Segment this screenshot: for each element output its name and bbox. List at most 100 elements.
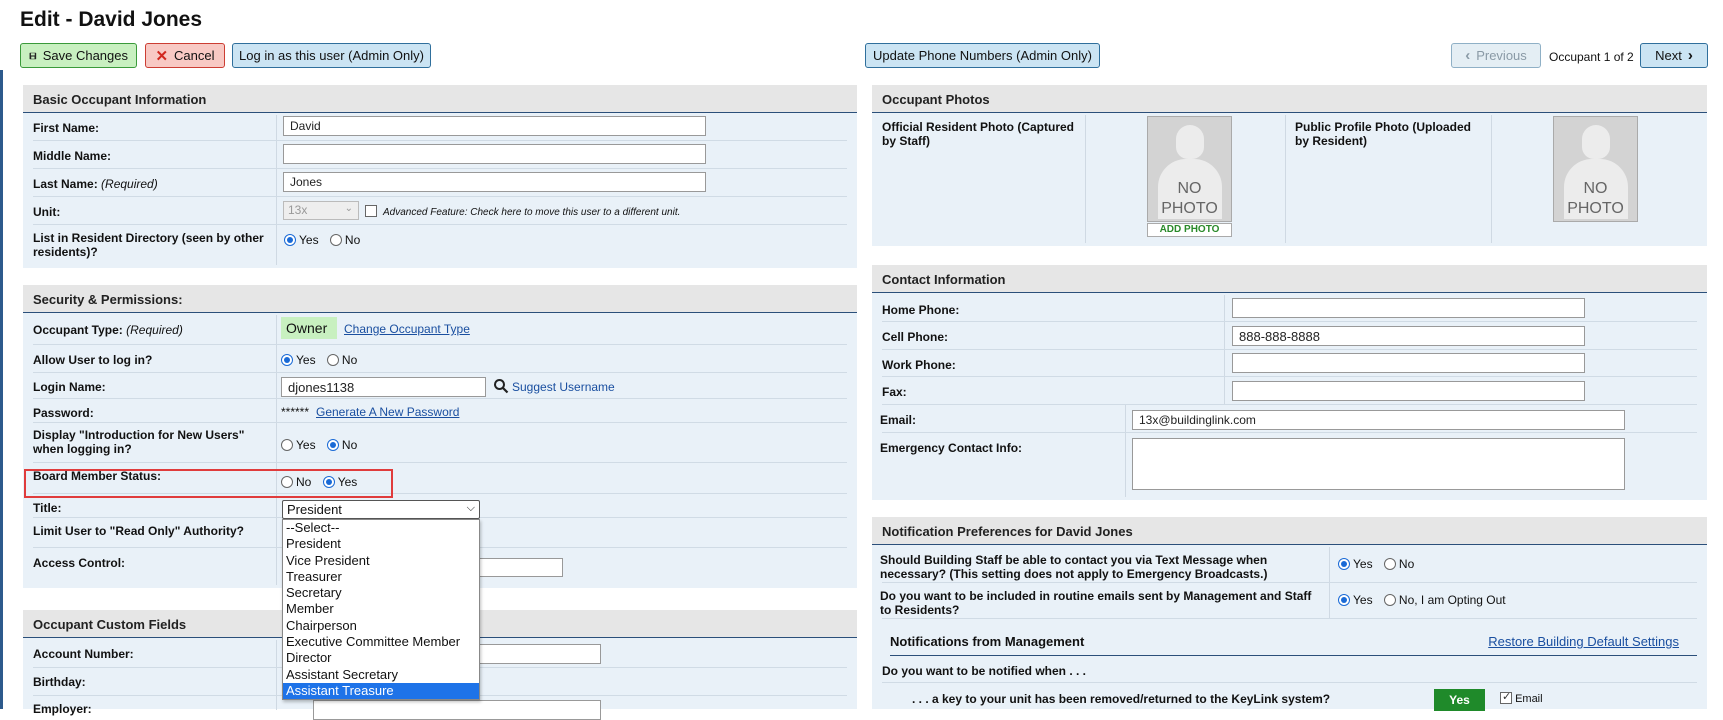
employer-label: Employer:	[33, 702, 92, 716]
notified-when-row: Do you want to be notified when . . .	[882, 659, 1697, 683]
title-options-list[interactable]: --Select-- President Vice President Treasur…	[282, 519, 480, 700]
title-select[interactable]: President ⌵	[282, 500, 480, 519]
email-label: Email:	[880, 413, 917, 427]
key-notification-yes-toggle[interactable]: Yes	[1434, 689, 1485, 711]
public-photo-placeholder: NO PHOTO	[1553, 116, 1638, 222]
save-icon	[29, 52, 37, 59]
access-control-label: Access Control:	[33, 556, 126, 570]
directory-no-radio[interactable]: No	[329, 233, 360, 247]
change-occupant-type-link[interactable]: Change Occupant Type	[344, 322, 470, 336]
cell-phone-input[interactable]: 888-888-8888	[1232, 326, 1585, 346]
title-option[interactable]: Assistant Treasure	[283, 682, 479, 700]
login-name-label: Login Name:	[33, 380, 106, 394]
routine-emails-yes-radio[interactable]: Yes	[1338, 593, 1373, 607]
update-phones-label: Update Phone Numbers (Admin Only)	[873, 48, 1092, 63]
intro-no-radio[interactable]: No	[326, 438, 357, 452]
move-unit-checkbox[interactable]	[365, 204, 377, 218]
home-phone-input[interactable]	[1232, 298, 1585, 318]
allow-login-label: Allow User to log in?	[33, 353, 153, 367]
text-message-no-radio[interactable]: No	[1383, 557, 1414, 571]
title-option[interactable]: Member	[283, 601, 479, 617]
intro-radio-group: Yes No	[281, 438, 365, 452]
first-name-label: First Name:	[33, 121, 100, 135]
occupant-counter: Occupant 1 of 2	[1549, 50, 1634, 64]
title-option[interactable]: Chairperson	[283, 618, 479, 634]
cancel-button[interactable]: ✕ Cancel	[145, 43, 225, 68]
text-message-yes-radio[interactable]: Yes	[1338, 557, 1373, 571]
notified-when-label: Do you want to be notified when . . .	[882, 664, 1086, 678]
cell-phone-label: Cell Phone:	[882, 330, 949, 344]
next-label: Next	[1655, 48, 1682, 63]
contact-panel: Contact Information Home Phone: Cell Pho…	[872, 265, 1707, 500]
next-button[interactable]: Next ›	[1640, 43, 1708, 68]
fax-input[interactable]	[1232, 381, 1585, 401]
allow-login-yes-radio[interactable]: Yes	[281, 353, 316, 367]
update-phone-numbers-button[interactable]: Update Phone Numbers (Admin Only)	[865, 43, 1100, 68]
emergency-contact-textarea[interactable]	[1132, 438, 1625, 490]
email-input[interactable]: 13x@buildinglink.com	[1132, 410, 1625, 430]
photos-heading: Occupant Photos	[872, 85, 1707, 113]
read-only-label: Limit User to "Read Only" Authority?	[33, 524, 244, 538]
previous-button[interactable]: ‹ Previous	[1451, 43, 1541, 68]
title-option[interactable]: Treasurer	[283, 569, 479, 585]
left-edge-bar	[0, 70, 3, 709]
suggest-username-link[interactable]: Suggest Username	[512, 380, 615, 394]
middle-name-input[interactable]	[283, 144, 706, 164]
contact-heading: Contact Information	[872, 265, 1707, 293]
key-notification-question: . . . a key to your unit has been remove…	[912, 692, 1331, 706]
title-select-value: President	[287, 502, 342, 517]
title-option[interactable]: Assistant Secretary	[283, 667, 479, 683]
title-option[interactable]: Secretary	[283, 585, 479, 601]
title-option[interactable]: Director	[283, 650, 479, 666]
login-as-user-button[interactable]: Log in as this user (Admin Only)	[232, 43, 431, 68]
password-mask: ******	[281, 405, 310, 419]
login-name-input[interactable]: djones1138	[281, 377, 486, 397]
basic-info-panel: Basic Occupant Information First Name: D…	[23, 85, 857, 268]
allow-login-no-radio[interactable]: No	[326, 353, 357, 367]
password-label: Password:	[33, 406, 94, 420]
chevron-left-icon: ‹	[1465, 47, 1471, 64]
add-photo-button[interactable]: ADD PHOTO	[1147, 223, 1232, 237]
directory-yes-radio[interactable]: Yes	[284, 233, 319, 247]
notifications-panel: Notification Preferences for David Jones…	[872, 517, 1707, 711]
routine-emails-radio-group: Yes No, I am Opting Out	[1338, 593, 1514, 607]
chevron-right-icon: ›	[1687, 47, 1693, 64]
unit-label: Unit:	[33, 205, 61, 219]
title-option[interactable]: Executive Committee Member	[283, 634, 479, 650]
unit-select[interactable]: 13x ⌄	[283, 201, 359, 220]
photos-divider-2	[1285, 115, 1286, 243]
first-name-input[interactable]: David	[283, 116, 706, 136]
cancel-button-label: Cancel	[174, 48, 215, 63]
intro-yes-radio[interactable]: Yes	[281, 438, 316, 452]
mgmt-notifications-header: Notifications from Management Restore Bu…	[890, 634, 1697, 656]
emergency-contact-label: Emergency Contact Info:	[880, 441, 1023, 455]
page-title: Edit - David Jones	[20, 8, 203, 31]
title-label: Title:	[33, 501, 62, 515]
work-phone-input[interactable]	[1232, 353, 1585, 373]
official-photo-placeholder: NO PHOTO	[1147, 116, 1232, 222]
search-icon[interactable]	[493, 378, 509, 397]
no-photo-text: NO PHOTO	[1567, 180, 1624, 217]
title-option[interactable]: Vice President	[283, 553, 479, 569]
official-photo-label: Official Resident Photo (Captured by Sta…	[882, 120, 1075, 148]
intro-row: Display "Introduction for New Users" whe…	[33, 423, 847, 463]
photos-divider-1	[1085, 115, 1086, 243]
photos-divider-3	[1491, 115, 1492, 243]
title-option[interactable]: President	[283, 536, 479, 552]
generate-password-link[interactable]: Generate A New Password	[316, 405, 459, 419]
key-notification-email-checkbox[interactable]: ✓ Email	[1500, 691, 1543, 705]
chevron-down-icon: ⌄	[344, 203, 353, 214]
close-icon: ✕	[155, 47, 169, 65]
save-button[interactable]: Save Changes	[20, 43, 137, 68]
routine-emails-optout-radio[interactable]: No, I am Opting Out	[1383, 593, 1506, 607]
fax-label: Fax:	[882, 385, 907, 399]
occupant-type-badge: Owner	[281, 317, 337, 339]
previous-label: Previous	[1476, 48, 1527, 63]
text-message-question: Should Building Staff be able to contact…	[880, 553, 1268, 581]
routine-emails-question: Do you want to be included in routine em…	[880, 589, 1312, 617]
employer-input[interactable]	[313, 700, 601, 720]
middle-name-label: Middle Name:	[33, 149, 112, 163]
restore-defaults-link[interactable]: Restore Building Default Settings	[1488, 634, 1679, 649]
last-name-input[interactable]: Jones	[283, 172, 706, 192]
title-option[interactable]: --Select--	[283, 520, 479, 536]
